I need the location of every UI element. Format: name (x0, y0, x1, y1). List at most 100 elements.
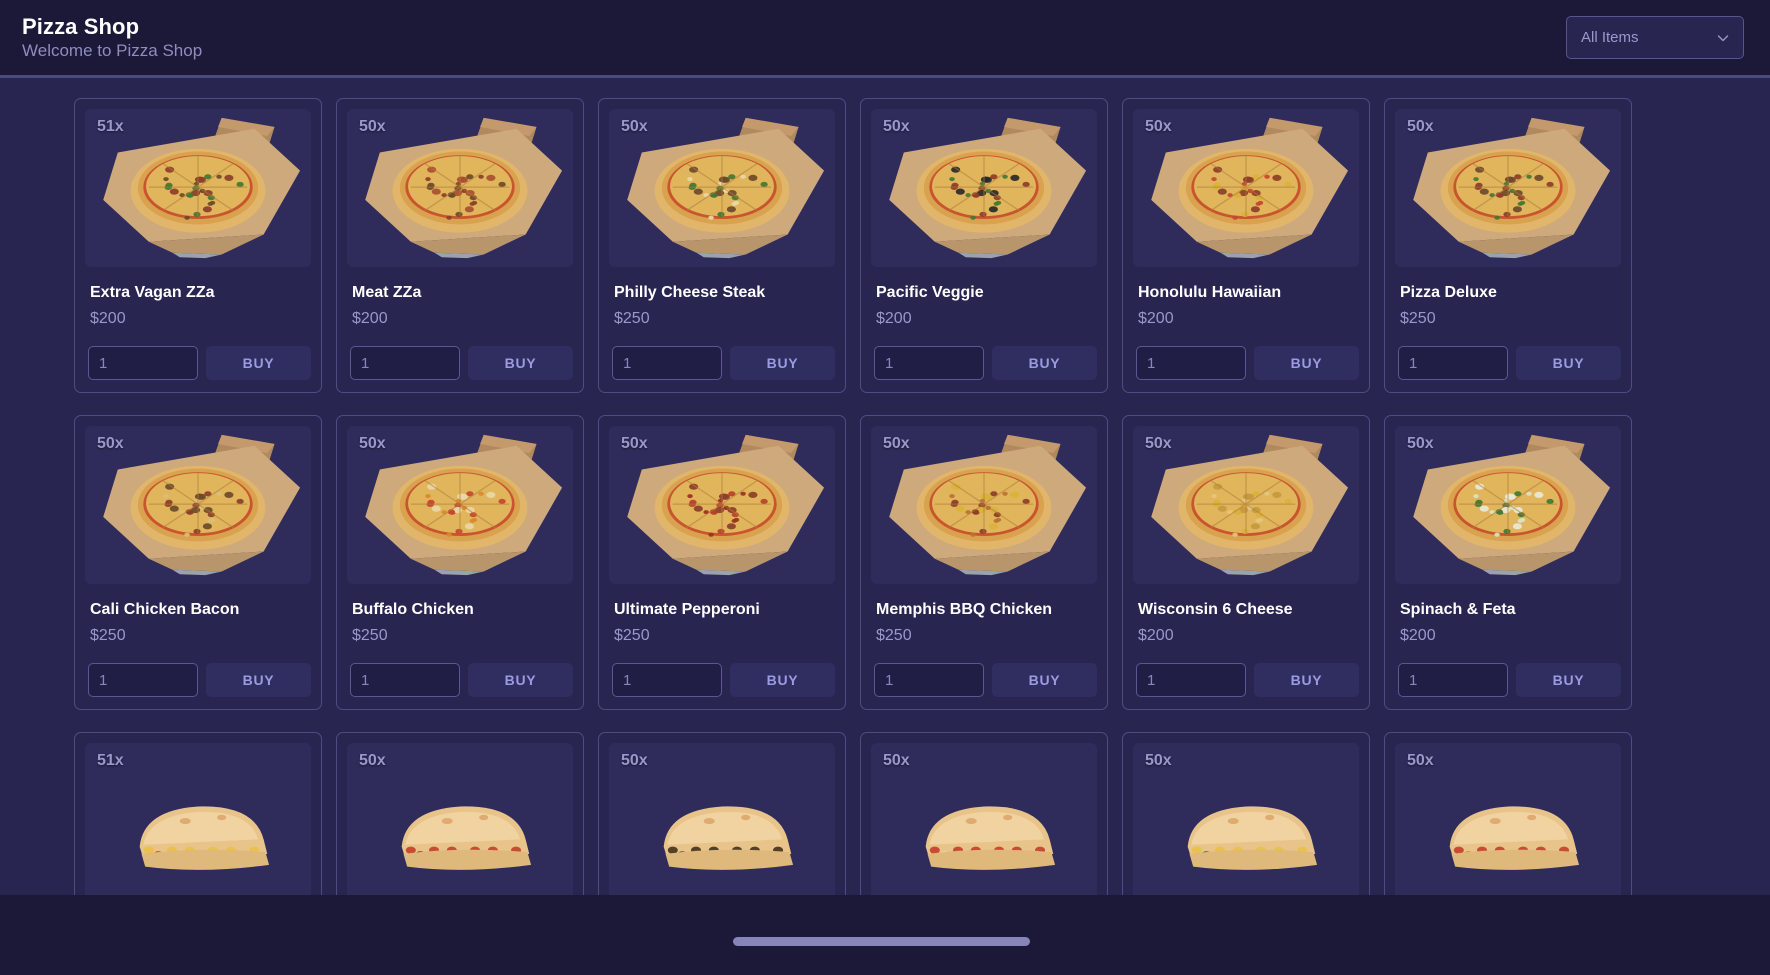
product-name: Honolulu Hawaiian (1138, 284, 1282, 301)
product-price: $250 (90, 627, 126, 644)
product-price: $200 (90, 310, 126, 327)
product-thumbnail: 50x (871, 743, 1097, 895)
buy-button[interactable]: BUY (468, 663, 573, 697)
quantity-input[interactable] (1398, 346, 1508, 380)
quantity-input[interactable] (1136, 663, 1246, 697)
product-actions: BUY (350, 663, 573, 697)
quantity-input[interactable] (88, 663, 198, 697)
product-name: Spinach & Feta (1400, 601, 1516, 618)
product-thumbnail: 50x (347, 743, 573, 895)
product-actions: BUY (88, 663, 311, 697)
product-name: Buffalo Chicken (352, 601, 474, 618)
stock-badge: 50x (97, 435, 124, 452)
product-thumbnail: 50x (871, 426, 1097, 584)
buy-button[interactable]: BUY (1254, 346, 1359, 380)
product-card: 50x Ultimate Pepperoni $250 BUY (598, 415, 846, 710)
product-catalog[interactable]: 51x Extra Vagan ZZa $200 BUY 50x Meat ZZ… (0, 78, 1770, 895)
quantity-input[interactable] (1136, 346, 1246, 380)
stock-badge: 50x (621, 435, 648, 452)
product-thumbnail: 50x (1395, 109, 1621, 267)
product-card: 50x Pacific Veggie $200 BUY (860, 98, 1108, 393)
product-card: 50x Pizza Deluxe $250 BUY (1384, 98, 1632, 393)
product-price: $250 (614, 310, 650, 327)
buy-button[interactable]: BUY (730, 346, 835, 380)
product-price: $200 (1400, 627, 1436, 644)
app-footer (0, 895, 1770, 975)
product-card: 50x Philly Cheese Steak $250 BUY (598, 98, 846, 393)
quantity-input[interactable] (350, 346, 460, 380)
buy-button[interactable]: BUY (992, 346, 1097, 380)
item-filter-select[interactable]: All Items (1566, 16, 1744, 59)
item-filter-value: All Items (1581, 29, 1639, 46)
product-card: 50x Wisconsin 6 Cheese $200 BUY (1122, 415, 1370, 710)
product-name: Philly Cheese Steak (614, 284, 766, 301)
product-thumbnail: 50x (347, 109, 573, 267)
stock-badge: 50x (1145, 435, 1172, 452)
product-name: Extra Vagan ZZa (90, 284, 215, 301)
buy-button[interactable]: BUY (206, 346, 311, 380)
product-name: Wisconsin 6 Cheese (1138, 601, 1293, 618)
product-card: 51x Extra Vagan ZZa $200 BUY (74, 98, 322, 393)
product-thumbnail: 50x (1133, 109, 1359, 267)
product-actions: BUY (1136, 346, 1359, 380)
product-price: $200 (876, 310, 912, 327)
quantity-input[interactable] (612, 346, 722, 380)
product-name: Pizza Deluxe (1400, 284, 1497, 301)
product-name: Meat ZZa (352, 284, 422, 301)
buy-button[interactable]: BUY (1254, 663, 1359, 697)
quantity-input[interactable] (88, 346, 198, 380)
product-price: $250 (352, 627, 388, 644)
stock-badge: 50x (359, 435, 386, 452)
horizontal-scrollbar[interactable] (0, 937, 1770, 947)
product-card: 50x Honolulu Hawaiian $200 BUY (1122, 98, 1370, 393)
product-name: Memphis BBQ Chicken (876, 601, 1053, 618)
product-thumbnail: 50x (871, 109, 1097, 267)
product-card: 50x Buffalo Chicken $250 BUY (336, 415, 584, 710)
product-grid: 51x Extra Vagan ZZa $200 BUY 50x Meat ZZ… (52, 98, 1770, 895)
stock-badge: 50x (1407, 118, 1434, 135)
product-thumbnail: 50x (1395, 426, 1621, 584)
product-name: Ultimate Pepperoni (614, 601, 760, 618)
product-card: 50x BUY (598, 732, 846, 895)
stock-badge: 50x (359, 118, 386, 135)
product-thumbnail: 50x (609, 743, 835, 895)
stock-badge: 50x (1407, 752, 1434, 769)
product-price: $250 (614, 627, 650, 644)
quantity-input[interactable] (1398, 663, 1508, 697)
stock-badge: 50x (1145, 118, 1172, 135)
product-price: $200 (352, 310, 388, 327)
product-card: 50x BUY (336, 732, 584, 895)
buy-button[interactable]: BUY (1516, 663, 1621, 697)
product-actions: BUY (612, 346, 835, 380)
product-name: Pacific Veggie (876, 284, 984, 301)
product-actions: BUY (874, 663, 1097, 697)
quantity-input[interactable] (350, 663, 460, 697)
product-card: 51x BUY (74, 732, 322, 895)
buy-button[interactable]: BUY (1516, 346, 1621, 380)
stock-badge: 51x (97, 752, 124, 769)
buy-button[interactable]: BUY (206, 663, 311, 697)
buy-button[interactable]: BUY (730, 663, 835, 697)
product-thumbnail: 50x (1395, 743, 1621, 895)
product-actions: BUY (1136, 663, 1359, 697)
buy-button[interactable]: BUY (992, 663, 1097, 697)
pizza-shop-app: Pizza Shop Welcome to Pizza Shop All Ite… (0, 0, 1770, 975)
product-card: 50x BUY (860, 732, 1108, 895)
product-card: 50x Memphis BBQ Chicken $250 BUY (860, 415, 1108, 710)
buy-button[interactable]: BUY (468, 346, 573, 380)
scrollbar-thumb[interactable] (733, 937, 1030, 946)
product-card: 50x Meat ZZa $200 BUY (336, 98, 584, 393)
product-card: 50x BUY (1384, 732, 1632, 895)
quantity-input[interactable] (874, 663, 984, 697)
product-actions: BUY (88, 346, 311, 380)
page-title: Pizza Shop (22, 13, 140, 39)
stock-badge: 50x (621, 752, 648, 769)
product-price: $200 (1138, 310, 1174, 327)
quantity-input[interactable] (874, 346, 984, 380)
stock-badge: 50x (359, 752, 386, 769)
quantity-input[interactable] (612, 663, 722, 697)
stock-badge: 50x (883, 752, 910, 769)
product-actions: BUY (1398, 346, 1621, 380)
product-card: 50x Spinach & Feta $200 BUY (1384, 415, 1632, 710)
stock-badge: 50x (1407, 435, 1434, 452)
